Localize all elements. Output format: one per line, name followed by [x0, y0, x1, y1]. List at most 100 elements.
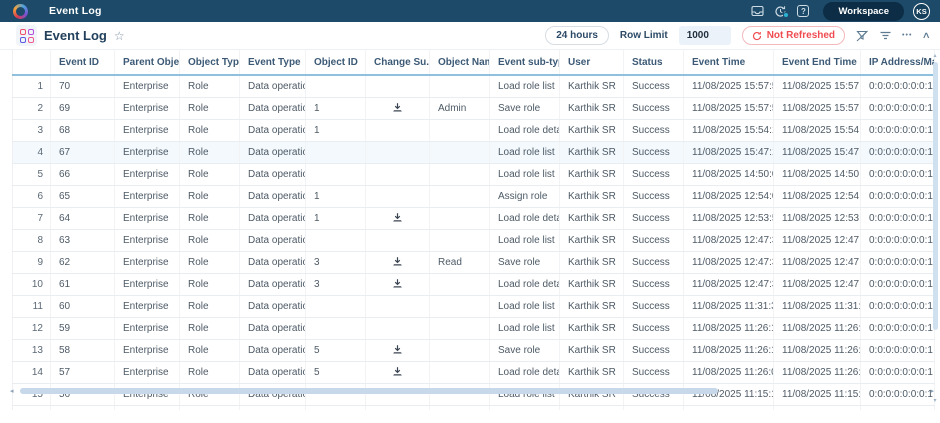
event-log-app-icon [16, 25, 37, 46]
col-parent-object[interactable]: Parent Obje... [115, 50, 180, 75]
cell-object-name [430, 361, 490, 383]
cell-event-time: 11/08/2025 15:54:11 [684, 119, 774, 141]
cell-object-id: 1 [306, 185, 366, 207]
inbox-icon[interactable] [750, 4, 764, 18]
user-avatar[interactable]: KS [913, 3, 930, 20]
more-options-icon[interactable]: ••• [902, 32, 912, 39]
col-event-id[interactable]: Event ID [51, 50, 115, 75]
cell-object-type: Role [180, 229, 240, 251]
col-change-summary[interactable]: Change Su... [366, 50, 430, 75]
time-range-button[interactable]: 24 hours [545, 26, 609, 45]
cell-event-time: 11/08/2025 11:31:39 [684, 295, 774, 317]
col-event-sub-type[interactable]: Event sub-type [490, 50, 560, 75]
cell-parent-object: Enterprise [115, 119, 180, 141]
cell-event-sub-type: Load role detail [490, 273, 560, 295]
table-row[interactable]: 269EnterpriseRoleData operation1AdminSav… [13, 97, 935, 119]
table-row[interactable]: 1061EnterpriseRoleData operation3Load ro… [13, 273, 935, 295]
download-icon[interactable] [392, 345, 403, 356]
table-row[interactable]: 368EnterpriseRoleData operation1Load rol… [13, 119, 935, 141]
favorite-star-icon[interactable]: ☆ [114, 29, 125, 43]
cell-ip-address: 0:0:0:0:0:0:0:1 [861, 273, 935, 295]
col-object-type[interactable]: Object Type [180, 50, 240, 75]
download-icon[interactable] [392, 367, 403, 378]
table-row[interactable]: 170EnterpriseRoleData operationLoad role… [13, 75, 935, 97]
download-icon[interactable] [392, 257, 403, 268]
cell-event-id: 58 [51, 339, 115, 361]
cell-change-summary [366, 207, 430, 229]
history-icon[interactable] [773, 4, 787, 18]
table-row[interactable]: 1457EnterpriseRoleData operation5Load ro… [13, 361, 935, 383]
col-status[interactable]: Status [624, 50, 684, 75]
filter-off-icon[interactable] [856, 30, 869, 42]
cell-change-summary [366, 185, 430, 207]
cell-event-id: 66 [51, 163, 115, 185]
cell-status: Success [624, 207, 684, 229]
cell-event-time: 11/08/2025 12:47:39 [684, 251, 774, 273]
table-row[interactable]: 566EnterpriseRoleData operationLoad role… [13, 163, 935, 185]
col-event-type[interactable]: Event Type [240, 50, 306, 75]
cell-ip-address: 0:0:0:0:0:0:0:1 [861, 295, 935, 317]
cell-object-type: Role [180, 207, 240, 229]
row-limit-input[interactable] [679, 26, 731, 45]
cell-change-summary [366, 361, 430, 383]
refresh-status-button[interactable]: Not Refreshed [742, 26, 845, 45]
cell-event-end-time: 11/08/2025 12:47:39 [774, 251, 861, 273]
cell-event-end-time: 11/08/2025 15:57:56 [774, 75, 861, 97]
cell-event-type: Data operation [240, 229, 306, 251]
table-row[interactable]: 764EnterpriseRoleData operation1Load rol… [13, 207, 935, 229]
cell-status: Success [624, 251, 684, 273]
vertical-scroll-thumb[interactable] [933, 62, 938, 330]
cell-parent-object: Enterprise [115, 339, 180, 361]
cell-parent-object: Enterprise [115, 207, 180, 229]
cell-event-sub-type: Load role detail [490, 361, 560, 383]
col-object-id[interactable]: Object ID [306, 50, 366, 75]
cell-event-end-time: 11/08/2025 14:50:07 [774, 163, 861, 185]
cell-event-end-time: 11/08/2025 11:26:15 [774, 339, 861, 361]
cell-change-summary [366, 339, 430, 361]
cell-object-type: Role [180, 163, 240, 185]
col-user[interactable]: User [560, 50, 624, 75]
table-row[interactable]: 665EnterpriseRoleData operation1Assign r… [13, 185, 935, 207]
cell-status: Success [624, 317, 684, 339]
download-icon[interactable] [392, 213, 403, 224]
scroll-up-icon[interactable]: ▴ [931, 52, 939, 59]
table-row[interactable]: 1259EnterpriseRoleData operationLoad rol… [13, 317, 935, 339]
table-row[interactable]: 1358EnterpriseRoleData operation5Save ro… [13, 339, 935, 361]
table-row[interactable]: 1160EnterpriseRoleData operationLoad rol… [13, 295, 935, 317]
page-toolbar: Event Log ☆ 24 hours Row Limit Not Refre… [0, 22, 940, 50]
sort-lines-icon[interactable] [880, 31, 891, 40]
col-ip-address[interactable]: IP Address/Machine [861, 50, 935, 75]
cell-object-id: 1 [306, 97, 366, 119]
cell-event-end-time: 11/08/2025 12:47:30 [774, 273, 861, 295]
cell-event-id: 65 [51, 185, 115, 207]
cell-object-name [430, 163, 490, 185]
page-title: Event Log [44, 28, 107, 43]
workspace-button[interactable]: Workspace [823, 2, 904, 21]
col-event-time[interactable]: Event Time [684, 50, 774, 75]
cell-parent-object: Enterprise [115, 75, 180, 97]
topbar-actions: ? Workspace KS [750, 2, 932, 21]
cell-event-id: 67 [51, 141, 115, 163]
cell-status: Success [624, 295, 684, 317]
table-row[interactable]: 863EnterpriseRoleData operationLoad role… [13, 229, 935, 251]
help-icon[interactable]: ? [796, 4, 810, 18]
scroll-left-icon[interactable]: ◂ [10, 387, 18, 395]
cell-event-type: Data operation [240, 163, 306, 185]
collapse-icon[interactable]: ∧ [922, 30, 931, 41]
cell-event-end-time: 11/08/2025 12:53:53 [774, 207, 861, 229]
table-row[interactable]: 962EnterpriseRoleData operation3ReadSave… [13, 251, 935, 273]
horizontal-scroll-track[interactable] [18, 388, 926, 394]
cell-event-id: 64 [51, 207, 115, 229]
cell-event-end-time: 11/08/2025 15:57:56 [774, 97, 861, 119]
col-event-end-time[interactable]: Event End Time [774, 50, 861, 75]
cell-object-id: 5 [306, 361, 366, 383]
table-row[interactable]: 467EnterpriseRoleData operationLoad role… [13, 141, 935, 163]
scroll-down-icon[interactable]: ▾ [931, 397, 939, 404]
download-icon[interactable] [392, 103, 403, 114]
horizontal-scroll-thumb[interactable] [20, 388, 718, 394]
download-icon[interactable] [392, 279, 403, 290]
col-object-name[interactable]: Object Name [430, 50, 490, 75]
cell-num: 3 [13, 119, 51, 141]
cell-num: 13 [13, 339, 51, 361]
app-logo-icon[interactable] [13, 4, 28, 19]
